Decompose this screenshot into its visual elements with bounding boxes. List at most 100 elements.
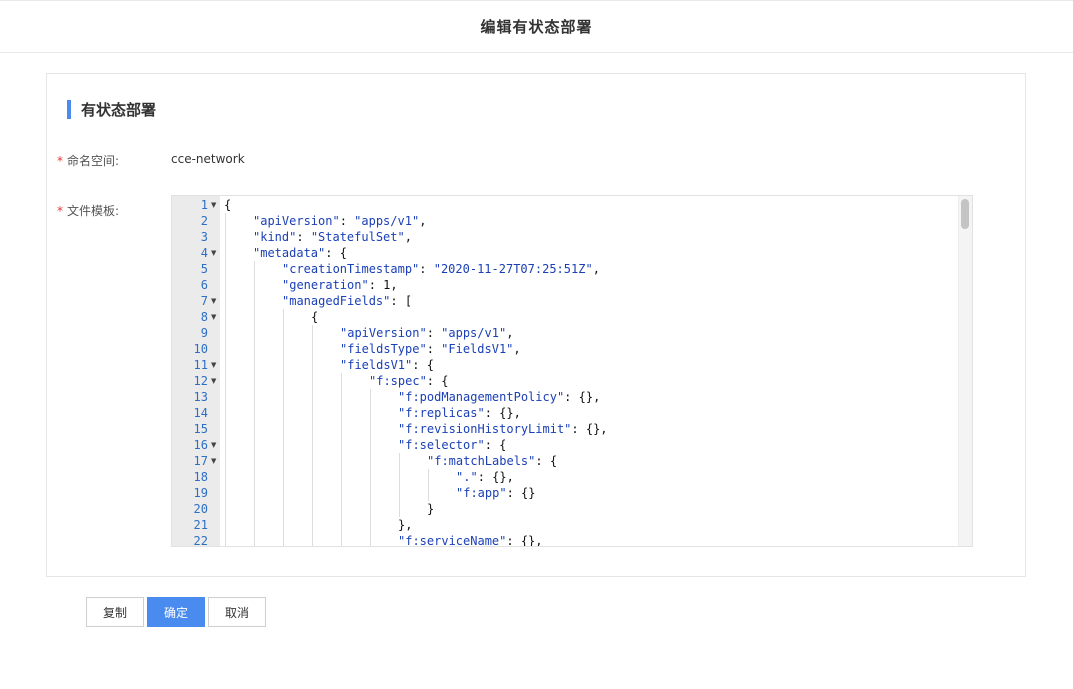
json-string-value: "FieldsV1" (441, 342, 514, 356)
code-text: ".": {}, (456, 470, 514, 484)
json-key: "f:podManagementPolicy" (398, 390, 565, 404)
fold-toggle-icon[interactable]: ▼ (211, 437, 216, 453)
line-number: 6 (200, 278, 208, 292)
fold-toggle-icon[interactable]: ▼ (211, 245, 216, 261)
cancel-button[interactable]: 取消 (208, 597, 266, 627)
code-text: "f:serviceName": {}, (398, 534, 543, 547)
code-text: "managedFields": [ (282, 294, 413, 308)
page-title: 编辑有状态部署 (480, 18, 593, 36)
code-text: "f:app": {} (456, 486, 536, 500)
code-line: 8 ▼ { (172, 309, 972, 325)
json-key: "fieldsV1" (340, 358, 413, 372)
json-string-value: "StatefulSet" (310, 230, 405, 244)
code-text: "f:revisionHistoryLimit": {}, (398, 422, 608, 436)
json-key: "f:spec" (369, 374, 427, 388)
code-line: 5 "creationTimestamp": "2020-11-27T07:25:… (172, 261, 972, 277)
section-title-text: 有状态部署 (81, 101, 157, 119)
code-text: "creationTimestamp": "2020-11-27T07:25:5… (282, 262, 600, 276)
template-label-text: 文件模板: (67, 204, 120, 218)
line-number: 16 (193, 438, 208, 452)
namespace-value: cce-network (171, 152, 245, 166)
json-key: "apiVersion" (253, 214, 340, 228)
code-line: 3 "kind": "StatefulSet", (172, 229, 972, 245)
code-line: 18 ".": {}, (172, 469, 972, 485)
code-text: "f:spec": { (369, 374, 449, 388)
json-key: "f:selector" (398, 438, 485, 452)
json-string-value: "apps/v1" (441, 326, 507, 340)
json-key: "creationTimestamp" (282, 262, 420, 276)
code-text: "generation": 1, (282, 278, 398, 292)
json-key: "." (456, 470, 478, 484)
code-line: 15 "f:revisionHistoryLimit": {}, (172, 421, 972, 437)
json-key: "generation" (282, 278, 369, 292)
code-text: { (224, 198, 232, 212)
code-line: 22 "f:serviceName": {}, (172, 533, 972, 547)
code-text: "fieldsV1": { (340, 358, 434, 372)
code-line: 4 ▼ "metadata": { (172, 245, 972, 261)
line-number: 12 (193, 374, 208, 388)
code-editor[interactable]: 1 ▼{2 "apiVersion": "apps/v1", 3 "kind": "St… (171, 195, 973, 547)
line-number: 4 (200, 246, 208, 260)
fold-toggle-icon[interactable]: ▼ (211, 453, 216, 469)
line-number: 22 (193, 534, 208, 547)
code-text: { (311, 310, 319, 324)
code-line: 16 ▼ "f:selector": { (172, 437, 972, 453)
line-number: 5 (200, 262, 208, 276)
form-card: 有状态部署 * 命名空间: cce-network * 文件模板: 1 ▼{2 "api… (46, 73, 1026, 577)
code-text: "apiVersion": "apps/v1", (340, 326, 514, 340)
json-key: "apiVersion" (340, 326, 427, 340)
code-text: "metadata": { (253, 246, 347, 260)
json-key: "f:matchLabels" (427, 454, 536, 468)
line-number: 14 (193, 406, 208, 420)
code-line: 19 "f:app": {} (172, 485, 972, 501)
template-label: * 文件模板: (57, 202, 119, 219)
code-line: 7 ▼ "managedFields": [ (172, 293, 972, 309)
fold-toggle-icon[interactable]: ▼ (211, 373, 216, 389)
namespace-label: * 命名空间: (57, 152, 119, 169)
code-line: 6 "generation": 1, (172, 277, 972, 293)
line-number: 1 (200, 198, 208, 212)
code-line: 9 "apiVersion": "apps/v1", (172, 325, 972, 341)
json-key: "metadata" (253, 246, 326, 260)
required-mark: * (57, 154, 63, 168)
fold-toggle-icon[interactable]: ▼ (211, 197, 216, 213)
code-line: 13 "f:podManagementPolicy": {}, (172, 389, 972, 405)
line-number: 9 (200, 326, 208, 340)
fold-toggle-icon[interactable]: ▼ (211, 309, 216, 325)
json-key: "f:replicas" (398, 406, 485, 420)
code-text: "fieldsType": "FieldsV1", (340, 342, 521, 356)
code-text: }, (398, 518, 413, 532)
copy-button[interactable]: 复制 (86, 597, 144, 627)
line-number: 7 (200, 294, 208, 308)
code-text: "kind": "StatefulSet", (253, 230, 412, 244)
line-number: 13 (193, 390, 208, 404)
line-number: 20 (193, 502, 208, 516)
line-number: 8 (200, 310, 208, 324)
code-text: } (427, 502, 435, 516)
page-header: 编辑有状态部署 (0, 0, 1073, 53)
code-line: 11 ▼ "fieldsV1": { (172, 357, 972, 373)
fold-toggle-icon[interactable]: ▼ (211, 293, 216, 309)
json-string-value: "apps/v1" (354, 214, 420, 228)
code-line: 2 "apiVersion": "apps/v1", (172, 213, 972, 229)
namespace-label-text: 命名空间: (67, 154, 120, 168)
section-accent-bar (67, 100, 71, 119)
json-key: "f:revisionHistoryLimit" (398, 422, 572, 436)
line-number: 10 (193, 342, 208, 356)
json-key: "f:serviceName" (398, 534, 507, 547)
section-title: 有状态部署 (67, 100, 156, 119)
code-line: 12 ▼ "f:spec": { (172, 373, 972, 389)
code-text: "f:matchLabels": { (427, 454, 558, 468)
line-number: 19 (193, 486, 208, 500)
code-line: 10 "fieldsType": "FieldsV1", (172, 341, 972, 357)
code-text: "f:selector": { (398, 438, 507, 452)
json-key: "fieldsType" (340, 342, 427, 356)
confirm-button[interactable]: 确定 (147, 597, 205, 627)
json-key: "kind" (253, 230, 297, 244)
line-number: 15 (193, 422, 208, 436)
fold-toggle-icon[interactable]: ▼ (211, 357, 216, 373)
code-line: 14 "f:replicas": {}, (172, 405, 972, 421)
line-number: 2 (200, 214, 208, 228)
code-line: 17 ▼ "f:matchLabels": { (172, 453, 972, 469)
json-key: "f:app" (456, 486, 507, 500)
